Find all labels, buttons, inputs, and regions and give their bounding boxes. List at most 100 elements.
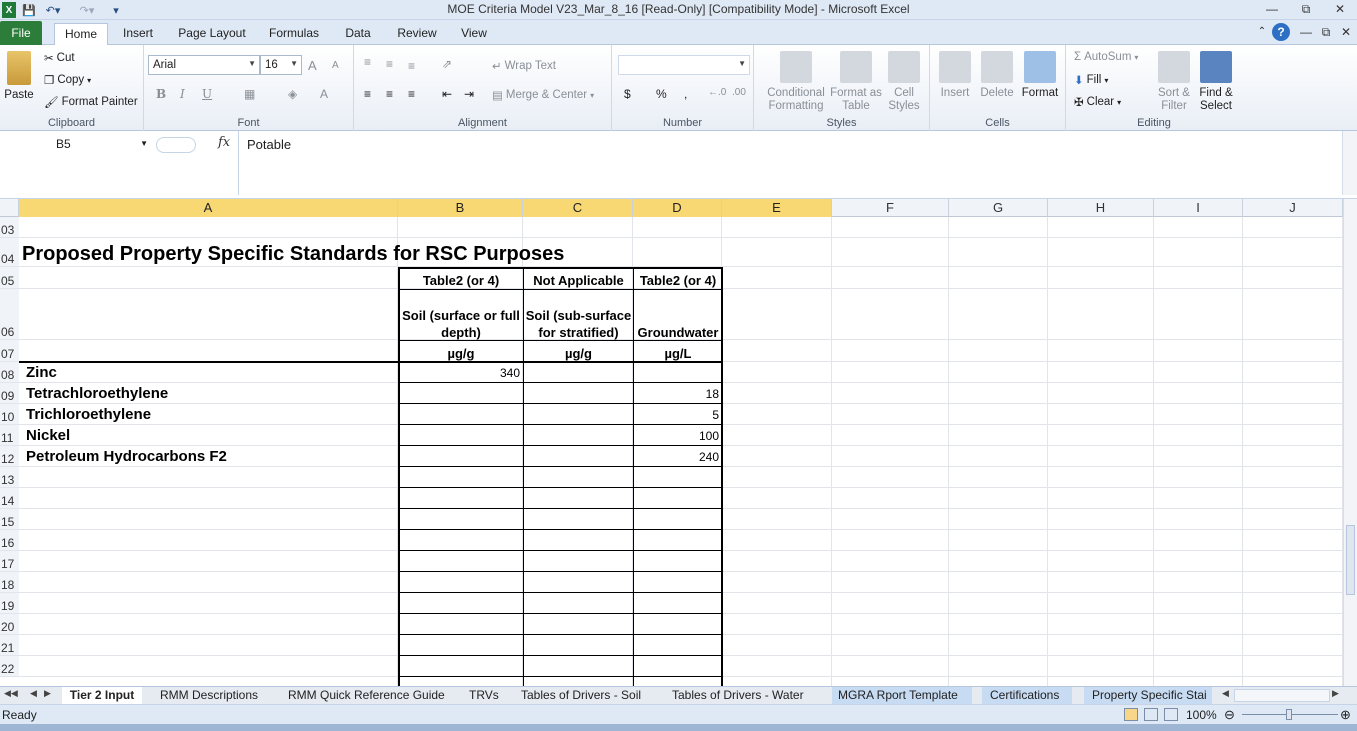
sheet-tab-drivers-water[interactable]: Tables of Drivers - Water xyxy=(672,687,804,704)
name-box[interactable]: B5 ▼ xyxy=(0,135,152,155)
row-header-19[interactable]: 19 xyxy=(0,593,19,614)
value-cell-b[interactable]: 340 xyxy=(399,366,520,380)
header-d6[interactable]: Groundwater xyxy=(634,325,722,340)
first-sheet-icon[interactable]: ◀◀ xyxy=(4,688,18,699)
align-middle-icon[interactable]: ≡ xyxy=(386,57,393,71)
column-header-c[interactable]: C xyxy=(523,199,633,217)
shrink-font-button[interactable]: A xyxy=(332,60,339,71)
sheet-tab-trvs[interactable]: TRVs xyxy=(469,687,499,704)
column-header-d[interactable]: D xyxy=(633,199,722,217)
vertical-scrollbar[interactable] xyxy=(1343,199,1357,686)
font-size-combo[interactable]: 16 ▼ xyxy=(260,55,302,75)
align-top-icon[interactable]: ≡ xyxy=(364,55,371,69)
sort-filter-button[interactable]: Sort & Filter xyxy=(1154,51,1194,113)
header-c6-line1[interactable]: Soil (sub-surface xyxy=(524,308,633,323)
cell-styles-button[interactable]: Cell Styles xyxy=(882,51,926,113)
autosum-button[interactable]: Σ AutoSum ▾ xyxy=(1074,51,1138,63)
scroll-left-icon[interactable]: ◀ xyxy=(1222,688,1229,699)
page-break-view-icon[interactable] xyxy=(1164,708,1178,721)
comma-button[interactable]: , xyxy=(684,87,687,101)
row-header-10[interactable]: 10 xyxy=(0,404,19,425)
font-name-combo[interactable]: Arial ▼ xyxy=(148,55,260,75)
row-header-22[interactable]: 22 xyxy=(0,656,19,677)
underline-button[interactable]: U xyxy=(202,87,212,101)
copy-button[interactable]: ❐ Copy ▾ xyxy=(44,73,91,87)
paste-button[interactable]: Paste xyxy=(2,51,36,102)
normal-view-icon[interactable] xyxy=(1124,708,1138,721)
sheet-tab-rmm-quick-reference-guide[interactable]: RMM Quick Reference Guide xyxy=(288,687,445,704)
sheet-title[interactable]: Proposed Property Specific Standards for… xyxy=(22,243,564,266)
row-header-09[interactable]: 09 xyxy=(0,383,19,404)
row-header-05[interactable]: 05 xyxy=(0,267,19,289)
decrease-decimal-icon[interactable]: .00 xyxy=(732,87,746,98)
sheet-tab-certifications[interactable]: Certifications xyxy=(982,687,1072,704)
format-cells-button[interactable]: Format xyxy=(1018,51,1062,100)
header-b5[interactable]: Table2 (or 4) xyxy=(399,273,523,288)
row-header-18[interactable]: 18 xyxy=(0,572,19,593)
row-header-04[interactable]: 04 xyxy=(0,238,19,267)
merge-center-button[interactable]: ▤ Merge & Center ▾ xyxy=(492,88,594,102)
grow-font-button[interactable]: A xyxy=(308,58,317,73)
column-header-a[interactable]: A xyxy=(19,199,398,217)
next-sheet-icon[interactable]: ▶ xyxy=(44,688,51,699)
horizontal-scrollbar[interactable] xyxy=(1234,689,1330,702)
percent-button[interactable]: % xyxy=(656,87,667,101)
fill-button[interactable]: ⬇ Fill ▾ xyxy=(1074,73,1108,87)
zoom-out-icon[interactable]: ⊖ xyxy=(1224,707,1235,723)
row-header-17[interactable]: 17 xyxy=(0,551,19,572)
italic-button[interactable]: I xyxy=(180,87,185,101)
tab-view[interactable]: View xyxy=(454,23,494,45)
header-d5[interactable]: Table2 (or 4) xyxy=(634,273,722,288)
formula-bar-scrollbar[interactable] xyxy=(1342,131,1357,195)
zoom-level[interactable]: 100% xyxy=(1186,708,1217,722)
formula-input[interactable]: Potable xyxy=(238,131,1342,195)
tab-review[interactable]: Review xyxy=(390,23,444,45)
header-b7[interactable]: µg/g xyxy=(399,346,523,361)
collapse-ribbon-icon[interactable]: ⌃ xyxy=(1250,24,1274,40)
value-cell-d[interactable]: 100 xyxy=(634,429,719,443)
select-all-button[interactable] xyxy=(0,199,19,217)
insert-function-button[interactable]: fx xyxy=(218,135,230,150)
format-as-table-button[interactable]: Format as Table xyxy=(830,51,882,113)
row-header-16[interactable]: 16 xyxy=(0,530,19,551)
decrease-indent-icon[interactable]: ⇤ xyxy=(442,87,452,101)
delete-cells-button[interactable]: Delete xyxy=(976,51,1018,100)
conditional-formatting-button[interactable]: Conditional Formatting xyxy=(758,51,834,113)
find-select-button[interactable]: Find & Select xyxy=(1194,51,1238,113)
substance-name[interactable]: Zinc xyxy=(26,364,57,381)
sheet-tab-rmm-descriptions[interactable]: RMM Descriptions xyxy=(160,687,258,704)
row-header-08[interactable]: 08 xyxy=(0,362,19,383)
row-header-13[interactable]: 13 xyxy=(0,467,19,488)
column-header-j[interactable]: J xyxy=(1243,199,1343,217)
value-cell-d[interactable]: 5 xyxy=(634,408,719,422)
sheet-tab-drivers-soil[interactable]: Tables of Drivers - Soil xyxy=(521,687,641,704)
sheet-tab-tier-2-input[interactable]: Tier 2 Input xyxy=(62,687,142,704)
row-header-03[interactable]: 03 xyxy=(0,217,19,238)
close-window-button[interactable]: ✕ xyxy=(1328,1,1352,17)
value-cell-d[interactable]: 18 xyxy=(634,387,719,401)
align-left-icon[interactable]: ≡ xyxy=(364,87,371,101)
borders-icon[interactable]: ▦ xyxy=(244,87,255,101)
sheet-tab-property-specific[interactable]: Property Specific Stai xyxy=(1084,687,1212,704)
clear-button[interactable]: ✠ Clear ▾ xyxy=(1074,95,1121,109)
header-c6-line2[interactable]: for stratified) xyxy=(524,325,633,340)
tab-insert[interactable]: Insert xyxy=(116,23,160,45)
substance-name[interactable]: Nickel xyxy=(26,427,70,444)
minimize-button[interactable]: — xyxy=(1260,1,1284,17)
column-header-b[interactable]: B xyxy=(398,199,523,217)
row-header-15[interactable]: 15 xyxy=(0,509,19,530)
cut-button[interactable]: ✂ Cut xyxy=(44,51,75,65)
scroll-right-icon[interactable]: ▶ xyxy=(1332,688,1339,699)
align-right-icon[interactable]: ≡ xyxy=(408,87,415,101)
column-header-e[interactable]: E xyxy=(722,199,832,217)
value-cell-d[interactable]: 240 xyxy=(634,450,719,464)
tab-formulas[interactable]: Formulas xyxy=(262,23,326,45)
row-header-07[interactable]: 07 xyxy=(0,340,19,362)
format-painter-button[interactable]: 🖌 Format Painter xyxy=(44,95,138,109)
currency-button[interactable]: $ xyxy=(624,87,631,101)
zoom-slider-thumb[interactable] xyxy=(1286,709,1292,720)
substance-name[interactable]: Trichloroethylene xyxy=(26,406,151,423)
number-format-combo[interactable]: ▼ xyxy=(618,55,750,75)
tab-home[interactable]: Home xyxy=(54,23,108,46)
formula-expand-icon[interactable] xyxy=(156,137,196,153)
